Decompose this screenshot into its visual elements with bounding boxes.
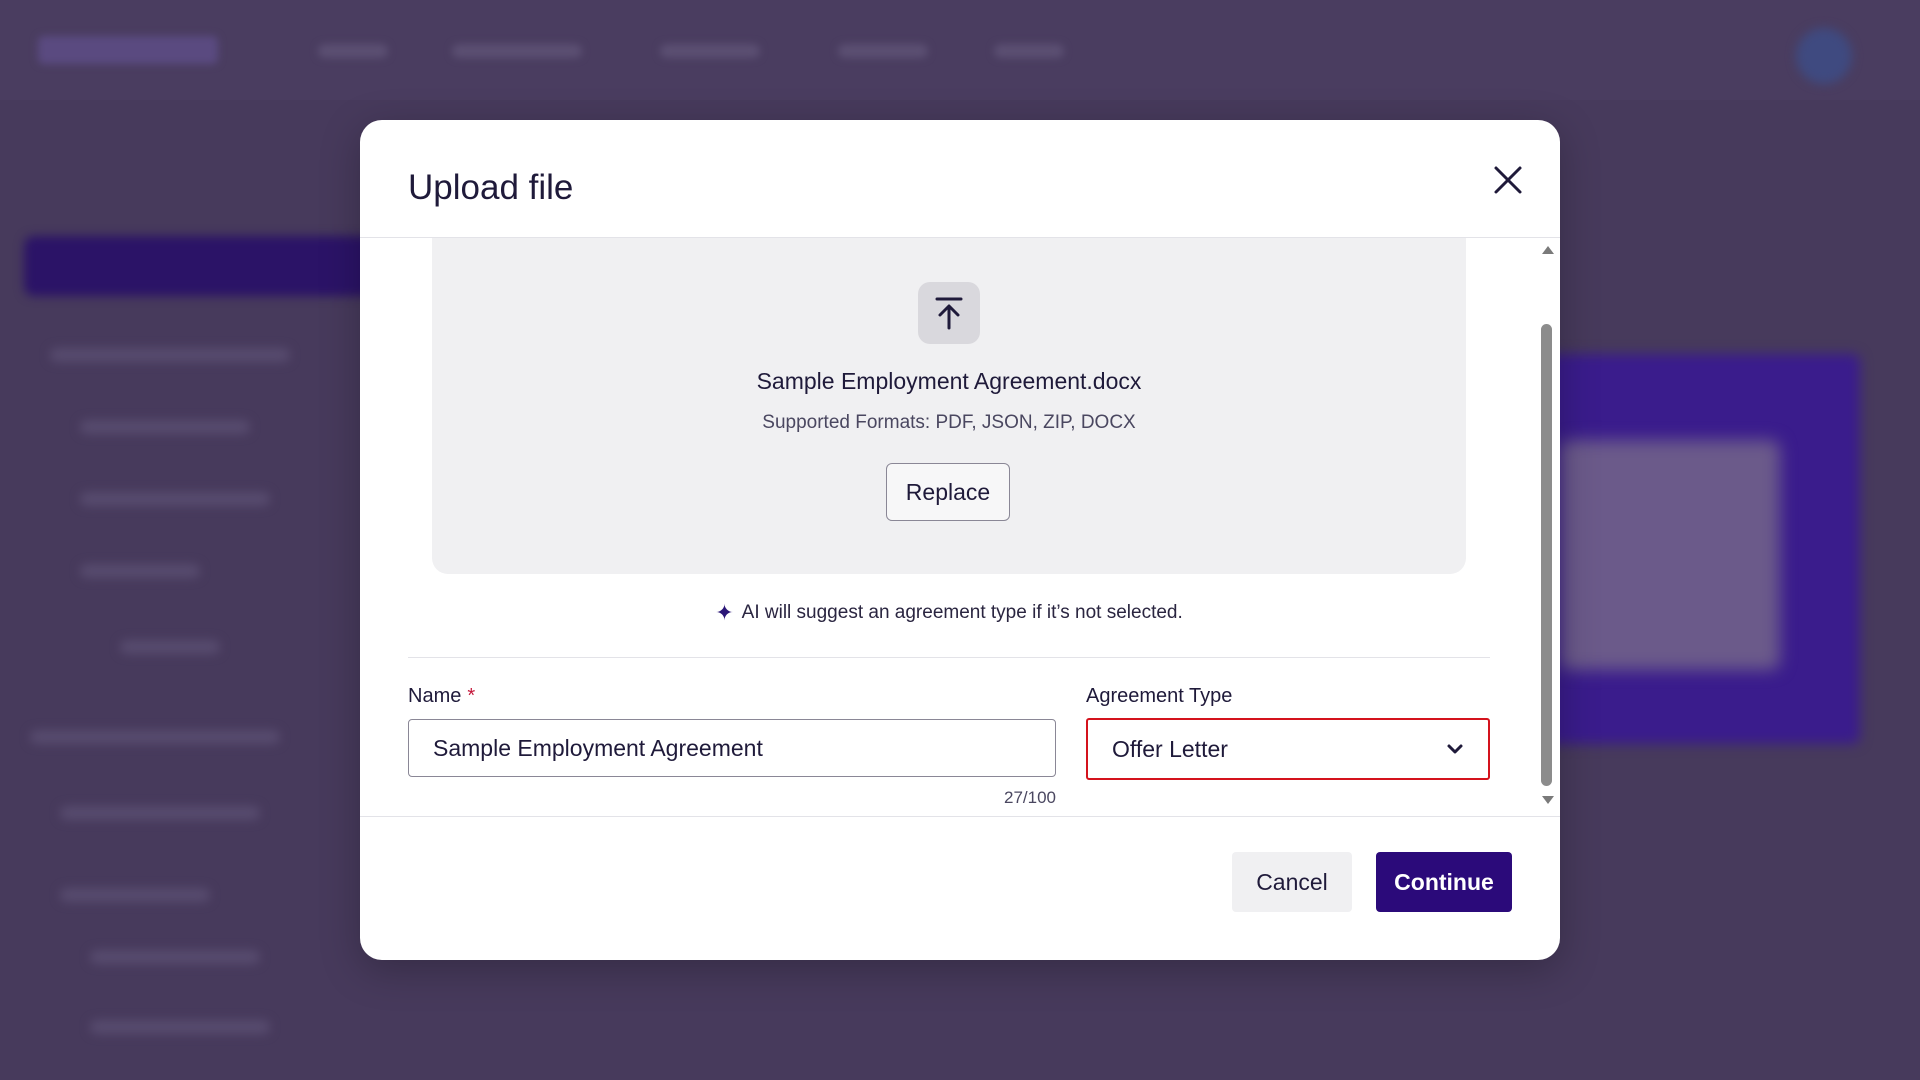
background-sidebar-line: [60, 806, 260, 820]
background-nav-item: [660, 44, 760, 58]
name-field-label: Name *: [408, 685, 475, 708]
modal-title: Upload file: [408, 168, 574, 207]
background-sidebar-line: [30, 730, 280, 744]
name-input[interactable]: [408, 719, 1056, 777]
background-nav-item: [838, 44, 928, 58]
supported-formats-text: Supported Formats: PDF, JSON, ZIP, DOCX: [762, 412, 1136, 433]
background-logo: [38, 36, 218, 64]
background-sidebar-line: [80, 564, 200, 578]
agreement-type-value: Offer Letter: [1112, 735, 1228, 762]
background-sidebar-line: [60, 888, 210, 902]
ai-hint-text: AI will suggest an agreement type if it’…: [741, 602, 1183, 623]
close-button[interactable]: [1484, 156, 1532, 204]
continue-button[interactable]: Continue: [1376, 852, 1512, 912]
close-icon: [1494, 166, 1522, 194]
chevron-down-icon: [1447, 744, 1463, 754]
agreement-type-select[interactable]: Offer Letter: [1086, 718, 1490, 780]
background-sidebar-line: [120, 640, 220, 654]
scrollbar-thumb[interactable]: [1541, 324, 1552, 786]
background-nav-item: [452, 44, 582, 58]
background-topbar: [0, 0, 1920, 100]
replace-button[interactable]: Replace: [886, 463, 1010, 521]
agreement-type-label: Agreement Type: [1086, 685, 1233, 707]
name-label-text: Name: [408, 685, 462, 707]
upload-arrow-icon: [935, 297, 963, 330]
footer-divider: [360, 816, 1560, 817]
cancel-button[interactable]: Cancel: [1232, 852, 1352, 912]
scroll-down-arrow-icon[interactable]: [1542, 796, 1554, 804]
name-char-count: 27/100: [1004, 788, 1056, 807]
scroll-up-arrow-icon[interactable]: [1542, 246, 1554, 254]
uploaded-file-name: Sample Employment Agreement.docx: [756, 368, 1142, 394]
background-sidebar-line: [80, 492, 270, 506]
modal-scrollbar[interactable]: [1538, 244, 1556, 934]
background-sidebar-line: [90, 950, 260, 964]
upload-icon-box: [918, 282, 980, 344]
section-divider: [408, 657, 1490, 658]
sparkle-icon: ✦: [715, 600, 734, 625]
background-hero-inner: [1560, 440, 1780, 670]
modal-header: Upload file: [360, 120, 1560, 238]
background-sidebar-line: [50, 348, 290, 362]
background-avatar: [1796, 28, 1852, 84]
required-marker: *: [467, 685, 476, 707]
background-sidebar-line: [90, 1020, 270, 1034]
background-sidebar-line: [80, 420, 250, 434]
background-nav-item: [318, 44, 388, 58]
ai-suggestion-hint: ✦ AI will suggest an agreement type if i…: [432, 602, 1466, 624]
background-nav-item: [994, 44, 1064, 58]
